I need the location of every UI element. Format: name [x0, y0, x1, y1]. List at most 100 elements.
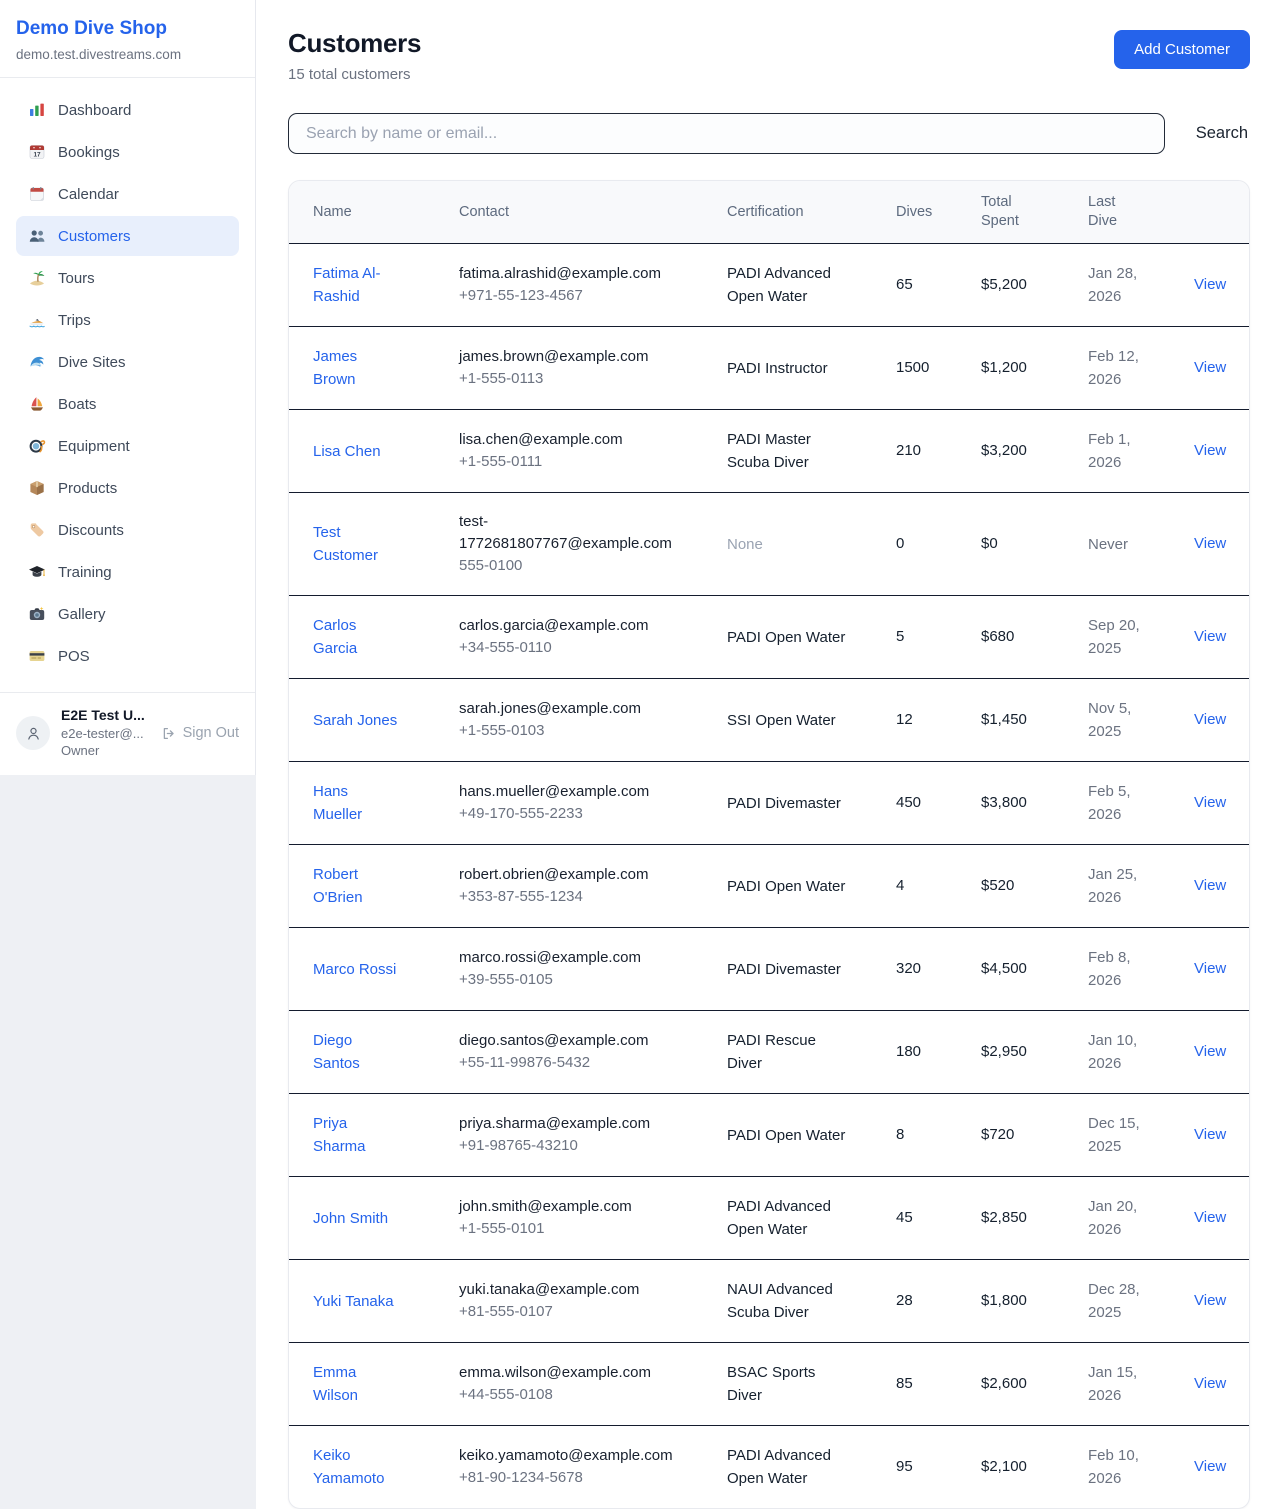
customer-dives: 4	[896, 877, 904, 894]
customer-dives: 0	[896, 535, 904, 552]
customer-certification: BSAC Sports Diver	[727, 1361, 849, 1407]
customer-name-link[interactable]: Emma Wilson	[313, 1361, 401, 1407]
view-link[interactable]: View	[1194, 1209, 1226, 1226]
customer-name-link[interactable]: Test Customer	[313, 521, 401, 567]
customer-certification: PADI Divemaster	[727, 958, 841, 981]
view-link[interactable]: View	[1194, 1292, 1226, 1309]
customer-name-link[interactable]: James Brown	[313, 345, 401, 391]
sidebar-item-calendar[interactable]: Calendar	[16, 174, 239, 214]
customer-last-dive: Jan 25, 2026	[1088, 863, 1158, 909]
customer-email: fatima.alrashid@example.com	[459, 263, 693, 285]
view-link[interactable]: View	[1194, 711, 1226, 728]
customer-total-spent: $3,200	[981, 442, 1027, 459]
view-link[interactable]: View	[1194, 442, 1226, 459]
sidebar-item-bookings[interactable]: 17 Bookings	[16, 132, 239, 172]
svg-text:17: 17	[33, 151, 41, 158]
sidebar-item-pos[interactable]: POS	[16, 636, 239, 676]
customer-total-spent: $4,500	[981, 960, 1027, 977]
table-row: Diego Santos diego.santos@example.com +5…	[289, 1011, 1249, 1094]
sidebar-item-label: Products	[58, 480, 117, 497]
view-link[interactable]: View	[1194, 1043, 1226, 1060]
customer-email: carlos.garcia@example.com	[459, 615, 693, 637]
customer-phone: +1-555-0103	[459, 720, 715, 742]
search-input[interactable]	[288, 113, 1165, 154]
customer-certification: PADI Master Scuba Diver	[727, 428, 849, 474]
customer-name-link[interactable]: Carlos Garcia	[313, 614, 401, 660]
customer-phone: +971-55-123-4567	[459, 285, 715, 307]
table-row: Sarah Jones sarah.jones@example.com +1-5…	[289, 679, 1249, 762]
customer-total-spent: $2,600	[981, 1375, 1027, 1392]
table-row: Fatima Al-Rashid fatima.alrashid@example…	[289, 244, 1249, 327]
customer-phone: +44-555-0108	[459, 1384, 715, 1406]
sidebar: Demo Dive Shop demo.test.divestreams.com…	[0, 0, 256, 775]
customer-certification: PADI Open Water	[727, 626, 845, 649]
sidebar-item-label: POS	[58, 648, 90, 665]
sign-out-button[interactable]: Sign Out	[161, 725, 239, 741]
customer-name-link[interactable]: Marco Rossi	[313, 958, 396, 981]
table-row: John Smith john.smith@example.com +1-555…	[289, 1177, 1249, 1260]
equipment-icon	[28, 437, 46, 455]
customer-name-link[interactable]: Yuki Tanaka	[313, 1290, 394, 1313]
view-link[interactable]: View	[1194, 1375, 1226, 1392]
customer-name-link[interactable]: Priya Sharma	[313, 1112, 401, 1158]
sidebar-item-label: Customers	[58, 228, 131, 245]
customer-email: emma.wilson@example.com	[459, 1362, 693, 1384]
customer-phone: +91-98765-43210	[459, 1135, 715, 1157]
view-link[interactable]: View	[1194, 1126, 1226, 1143]
customer-table-body: Fatima Al-Rashid fatima.alrashid@example…	[289, 244, 1249, 1509]
customer-last-dive: Jan 10, 2026	[1088, 1029, 1158, 1075]
customer-email: diego.santos@example.com	[459, 1030, 693, 1052]
sidebar-item-customers[interactable]: Customers	[16, 216, 239, 256]
customer-dives: 28	[896, 1292, 913, 1309]
shop-name: Demo Dive Shop	[16, 18, 239, 40]
view-link[interactable]: View	[1194, 628, 1226, 645]
sidebar-item-equipment[interactable]: Equipment	[16, 426, 239, 466]
customer-email: sarah.jones@example.com	[459, 698, 693, 720]
customer-name-link[interactable]: John Smith	[313, 1207, 388, 1230]
sidebar-item-discounts[interactable]: Discounts	[16, 510, 239, 550]
customer-last-dive: Never	[1088, 533, 1128, 556]
customer-phone: +55-11-99876-5432	[459, 1052, 715, 1074]
sidebar-item-boats[interactable]: Boats	[16, 384, 239, 424]
sidebar-item-label: Equipment	[58, 438, 130, 455]
customer-email: yuki.tanaka@example.com	[459, 1279, 693, 1301]
view-link[interactable]: View	[1194, 960, 1226, 977]
sidebar-item-dashboard[interactable]: Dashboard	[16, 90, 239, 130]
sidebar-item-tours[interactable]: Tours	[16, 258, 239, 298]
customer-name-link[interactable]: Lisa Chen	[313, 440, 381, 463]
view-link[interactable]: View	[1194, 359, 1226, 376]
table-row: Marco Rossi marco.rossi@example.com +39-…	[289, 928, 1249, 1011]
sidebar-item-training[interactable]: Training	[16, 552, 239, 592]
search-button[interactable]: Search	[1194, 116, 1250, 151]
customer-name-link[interactable]: Sarah Jones	[313, 709, 397, 732]
sidebar-item-trips[interactable]: Trips	[16, 300, 239, 340]
customer-name-link[interactable]: Hans Mueller	[313, 780, 401, 826]
tours-icon	[28, 269, 46, 287]
sidebar-item-dive-sites[interactable]: Dive Sites	[16, 342, 239, 382]
view-link[interactable]: View	[1194, 877, 1226, 894]
main-content: Customers 15 total customers Add Custome…	[256, 0, 1280, 1509]
sidebar-item-products[interactable]: Products	[16, 468, 239, 508]
customer-name-link[interactable]: Fatima Al-Rashid	[313, 262, 401, 308]
add-customer-button[interactable]: Add Customer	[1114, 30, 1250, 69]
view-link[interactable]: View	[1194, 276, 1226, 293]
sidebar-item-label: Trips	[58, 312, 91, 329]
view-link[interactable]: View	[1194, 794, 1226, 811]
table-row: Carlos Garcia carlos.garcia@example.com …	[289, 596, 1249, 679]
customer-phone: +81-555-0107	[459, 1301, 715, 1323]
column-header-name: Name	[289, 181, 459, 244]
column-header-actions	[1194, 181, 1249, 244]
customer-name-link[interactable]: Robert O'Brien	[313, 863, 401, 909]
sidebar-item-gallery[interactable]: Gallery	[16, 594, 239, 634]
page-header: Customers 15 total customers Add Custome…	[288, 28, 1250, 83]
view-link[interactable]: View	[1194, 1458, 1226, 1475]
table-row: Robert O'Brien robert.obrien@example.com…	[289, 845, 1249, 928]
customer-name-link[interactable]: Keiko Yamamoto	[313, 1444, 401, 1490]
customer-phone: +81-90-1234-5678	[459, 1467, 715, 1489]
dashboard-icon	[28, 101, 46, 119]
customer-name-link[interactable]: Diego Santos	[313, 1029, 401, 1075]
column-header-contact: Contact	[459, 181, 727, 244]
shop-domain: demo.test.divestreams.com	[16, 47, 239, 62]
customer-certification: PADI Divemaster	[727, 792, 841, 815]
view-link[interactable]: View	[1194, 535, 1226, 552]
